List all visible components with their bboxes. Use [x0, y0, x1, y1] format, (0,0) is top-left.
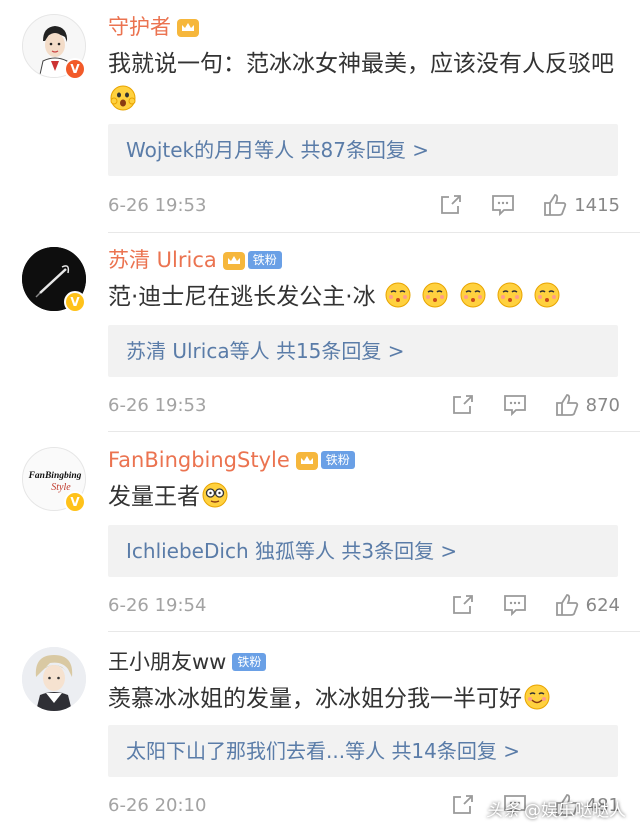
nerd-glasses-emoji-icon: [202, 482, 228, 508]
avatar-anime-icon: [22, 647, 86, 711]
watermark-account: @娱乐哒哒人: [524, 801, 626, 821]
repost-icon[interactable]: [450, 392, 476, 418]
fan-badge: 铁粉: [232, 653, 267, 671]
kiss-emoji-icon: [497, 282, 523, 308]
kiss-emoji-icon: [422, 282, 448, 308]
username[interactable]: 王小朋友ww: [108, 647, 226, 677]
avatar[interactable]: [22, 647, 86, 711]
repost-icon[interactable]: [450, 592, 476, 618]
comment-text: 我就说一句：范冰冰女神最美，应该没有人反驳吧: [108, 46, 618, 118]
comment-icon[interactable]: [502, 392, 528, 418]
comment-text: 范·迪士尼在逃长发公主·冰: [108, 279, 618, 315]
kiss-emoji-icon: [385, 282, 411, 308]
replies-count[interactable]: 共3条回复 >: [341, 539, 457, 563]
comment-time: 6-26 19:54: [108, 594, 207, 616]
username[interactable]: 苏清 Ulrica: [108, 245, 217, 275]
svg-text:FanBingbing: FanBingbing: [28, 471, 82, 481]
username[interactable]: FanBingbingStyle: [108, 445, 290, 475]
verified-v-icon: V: [64, 291, 86, 313]
replies-names[interactable]: IchliebeDich 独孤等人: [126, 539, 335, 563]
comment-text: 羡慕冰冰姐的发量，冰冰姐分我一半可好: [108, 681, 618, 717]
crown-icon: [295, 452, 318, 470]
replies-preview[interactable]: IchliebeDich 独孤等人 共3条回复 >: [108, 525, 618, 577]
kiss-emoji-icon: [534, 282, 560, 308]
comment-time: 6-26 20:10: [108, 794, 207, 816]
verified-v-icon: V: [64, 58, 86, 80]
like-count: 624: [585, 594, 620, 616]
kiss-emoji-icon: [460, 282, 486, 308]
comment-text: 发量王者: [108, 479, 618, 515]
comment-item: V 守护者 我就说一句：范冰冰女神最美，应该没有人反驳吧 Wojtek的月月等人…: [0, 0, 640, 233]
replies-preview[interactable]: Wojtek的月月等人 共87条回复 >: [108, 124, 618, 176]
comment-icon[interactable]: [502, 592, 528, 618]
like-count: 870: [585, 394, 620, 416]
username[interactable]: 守护者: [108, 12, 171, 42]
divider: [108, 631, 640, 632]
comment-time: 6-26 19:53: [108, 194, 207, 216]
crown-icon: [177, 19, 199, 37]
kiss-emoji-row: [383, 282, 562, 310]
replies-preview[interactable]: 苏清 Ulrica等人 共15条回复 >: [108, 325, 618, 377]
replies-names[interactable]: Wojtek的月月等人: [126, 138, 294, 162]
like-icon[interactable]: [542, 192, 568, 218]
replies-preview[interactable]: 太阳下山了那我们去看...等人 共14条回复 >: [108, 725, 618, 777]
replies-count[interactable]: 共87条回复 >: [300, 138, 429, 162]
like-icon[interactable]: [554, 592, 580, 618]
divider: [108, 431, 640, 432]
watermark-logo: 头条: [486, 801, 520, 821]
watermark: 头条 @娱乐哒哒人: [486, 796, 626, 821]
comment-time: 6-26 19:53: [108, 394, 207, 416]
comment-item: V 苏清 Ulrica 铁粉 范·迪士尼在逃长发公主·冰 苏清 Ulrica等人…: [0, 233, 640, 433]
like-icon[interactable]: [554, 392, 580, 418]
comment-icon[interactable]: [490, 192, 516, 218]
repost-icon[interactable]: [438, 192, 464, 218]
replies-count[interactable]: 共14条回复 >: [391, 739, 520, 763]
fan-badge: 铁粉: [320, 451, 355, 469]
crown-icon: [222, 252, 245, 270]
comment-item: FanBingbing Style V FanBingbingStyle 铁粉 …: [0, 433, 640, 633]
replies-names[interactable]: 太阳下山了那我们去看...等人: [126, 739, 385, 763]
scared-emoji-icon: [110, 85, 136, 111]
smile-emoji-icon: [524, 684, 550, 710]
fan-badge: 铁粉: [247, 251, 282, 269]
like-count: 1415: [574, 194, 620, 216]
replies-names[interactable]: 苏清 Ulrica等人: [126, 339, 270, 363]
replies-count[interactable]: 共15条回复 >: [276, 339, 405, 363]
verified-v-icon: V: [64, 491, 86, 513]
repost-icon[interactable]: [450, 792, 476, 818]
svg-text:Style: Style: [51, 482, 71, 493]
